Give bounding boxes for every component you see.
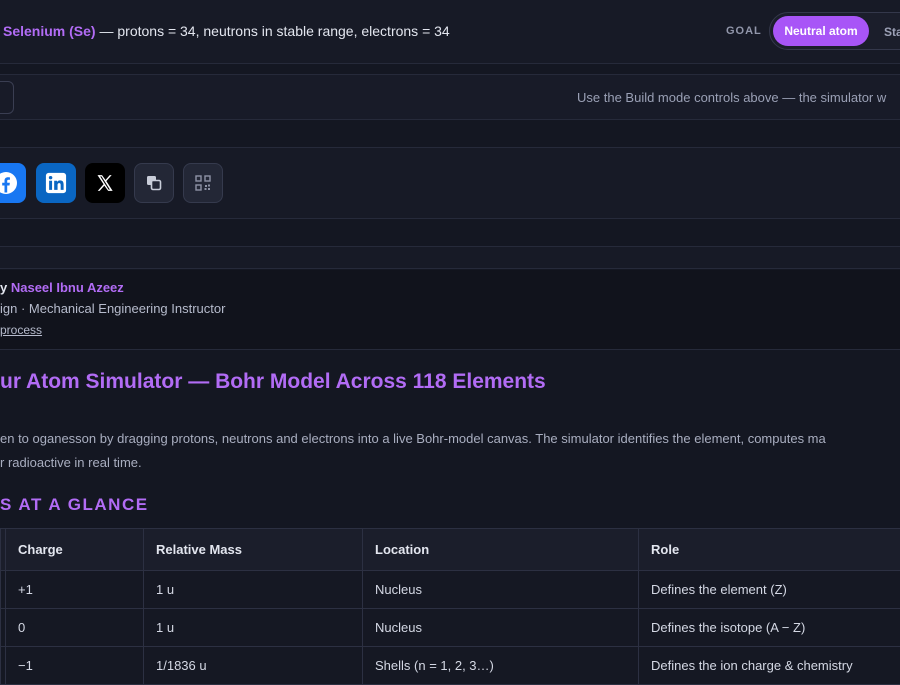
copy-link-button[interactable]	[134, 163, 174, 203]
author-card: y Naseel Ibnu Azeez ign · Mechanical Eng…	[0, 270, 900, 350]
table-cell: Nucleus	[362, 608, 639, 647]
header-relative-mass: Relative Mass	[143, 528, 363, 571]
table-row: −1 1/1836 u Shells (n = 1, 2, 3…) Define…	[0, 646, 900, 685]
table-cell: Defines the isotope (A − Z)	[638, 608, 900, 647]
facebook-share-button[interactable]	[0, 163, 26, 203]
hint-control[interactable]	[0, 81, 14, 114]
table-cell: 0	[5, 608, 144, 647]
hint-text: Use the Build mode controls above — the …	[577, 90, 887, 105]
table-header-row: Charge Relative Mass Location Role	[0, 528, 900, 571]
x-icon	[97, 175, 113, 191]
particles-table: Charge Relative Mass Location Role +1 1 …	[0, 528, 900, 685]
intro-paragraph: en to oganesson by dragging protons, neu…	[0, 427, 900, 475]
goal-bar: Selenium (Se) — protons = 34, neutrons i…	[0, 0, 900, 64]
page-title: ur Atom Simulator — Bohr Model Across 11…	[0, 370, 546, 393]
qr-code-button[interactable]	[183, 163, 223, 203]
stable-option[interactable]: Sta	[884, 25, 900, 39]
intro-line-1: en to oganesson by dragging protons, neu…	[0, 431, 826, 446]
header-location: Location	[362, 528, 639, 571]
goal-element: Selenium (Se)	[3, 23, 96, 39]
goal-toggle[interactable]: Neutral atom Sta	[769, 12, 900, 50]
table-cell: 1 u	[143, 608, 363, 647]
hint-strip: Use the Build mode controls above — the …	[0, 74, 900, 120]
table-cell: Defines the element (Z)	[638, 570, 900, 609]
goal-details: — protons = 34, neutrons in stable range…	[95, 23, 450, 39]
table-row: +1 1 u Nucleus Defines the element (Z)	[0, 570, 900, 609]
share-bar	[0, 147, 900, 219]
divider-band	[0, 246, 900, 269]
author-byline: y Naseel Ibnu Azeez	[0, 280, 124, 295]
table-cell: 1 u	[143, 570, 363, 609]
neutral-atom-option[interactable]: Neutral atom	[773, 16, 869, 46]
table-cell: Shells (n = 1, 2, 3…)	[362, 646, 639, 685]
table-cell: Defines the ion charge & chemistry	[638, 646, 900, 685]
x-share-button[interactable]	[85, 163, 125, 203]
author-prefix: y	[0, 280, 11, 295]
qr-code-icon	[195, 175, 211, 191]
linkedin-icon	[45, 172, 67, 194]
linkedin-share-button[interactable]	[36, 163, 76, 203]
table-cell: 1/1836 u	[143, 646, 363, 685]
author-process-link[interactable]: process	[0, 323, 42, 337]
table-cell: −1	[5, 646, 144, 685]
author-role: ign · Mechanical Engineering Instructor	[0, 301, 226, 316]
table-row: 0 1 u Nucleus Defines the isotope (A − Z…	[0, 608, 900, 647]
facebook-icon	[0, 172, 17, 194]
copy-icon	[147, 176, 162, 191]
section-heading: S AT A GLANCE	[0, 495, 149, 514]
goal-description: Selenium (Se) — protons = 34, neutrons i…	[3, 23, 450, 39]
goal-label: GOAL	[726, 25, 762, 37]
table-cell: +1	[5, 570, 144, 609]
table-cell: Nucleus	[362, 570, 639, 609]
author-name[interactable]: Naseel Ibnu Azeez	[11, 280, 124, 295]
header-role: Role	[638, 528, 900, 571]
header-charge: Charge	[5, 528, 144, 571]
intro-line-2: r radioactive in real time.	[0, 455, 142, 470]
